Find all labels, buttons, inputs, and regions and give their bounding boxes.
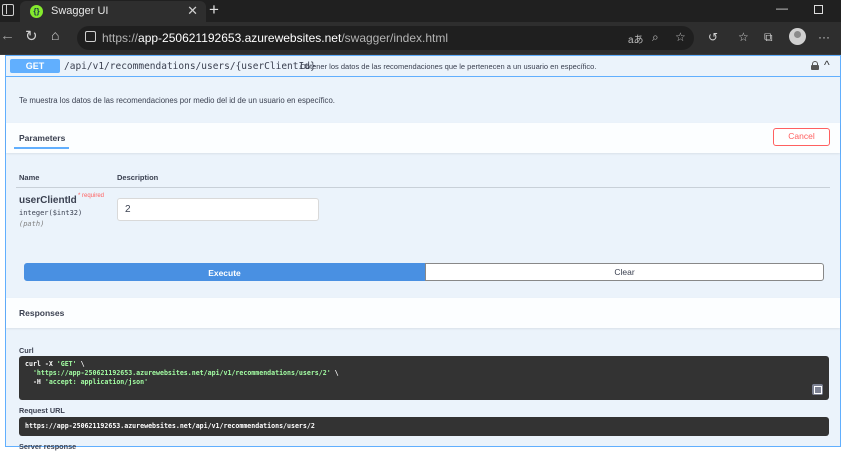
- curl-label: Curl: [19, 346, 34, 355]
- clear-button[interactable]: Clear: [425, 263, 824, 281]
- required-badge: * required: [78, 193, 105, 199]
- tab-title: Swagger UI: [51, 5, 109, 17]
- operation-block: GET /api/v1/recommendations/users/{userC…: [5, 55, 841, 451]
- parameter-location: (path): [19, 220, 45, 228]
- cancel-button[interactable]: Cancel: [773, 128, 830, 146]
- favorites-icon[interactable]: ☆: [738, 30, 749, 44]
- zoom-icon[interactable]: ⌕: [652, 30, 659, 45]
- more-options-icon[interactable]: ···: [818, 30, 830, 44]
- parameters-header: Parameters Cancel: [6, 123, 840, 153]
- extensions-icon[interactable]: ↺: [708, 30, 718, 44]
- request-url-block[interactable]: https://app-250621192653.azurewebsites.n…: [19, 417, 829, 436]
- browser-toolbar: ← ↻ ⌂ https://app-250621192653.azurewebs…: [0, 22, 841, 55]
- operation-path: /api/v1/recommendations/users/{userClien…: [64, 61, 316, 72]
- site-info-icon[interactable]: [85, 31, 96, 42]
- read-aloud-icon[interactable]: aあ: [628, 31, 644, 46]
- swagger-favicon-icon: {}: [30, 5, 43, 18]
- execute-wrapper: Execute Clear: [24, 263, 824, 281]
- favorite-star-icon[interactable]: ☆: [675, 30, 686, 44]
- tab-close-icon[interactable]: ✕: [187, 3, 198, 19]
- table-header-divider: [16, 187, 830, 188]
- request-url-label: Request URL: [19, 406, 65, 415]
- address-bar[interactable]: https://app-250621192653.azurewebsites.n…: [77, 26, 694, 50]
- user-client-id-input[interactable]: [117, 198, 319, 221]
- operation-summary-text: Obtener los datos de las recomendaciones…: [300, 62, 597, 71]
- column-header-name: Name: [19, 173, 40, 182]
- home-icon[interactable]: ⌂: [51, 27, 59, 43]
- parameters-tab-underline: [14, 147, 69, 149]
- minimize-icon[interactable]: —: [776, 1, 788, 15]
- browser-title-bar: {} Swagger UI ✕ + —: [0, 0, 841, 22]
- copy-to-clipboard-icon[interactable]: [812, 384, 823, 395]
- maximize-icon[interactable]: [814, 5, 823, 14]
- responses-header: Responses: [6, 298, 840, 328]
- parameter-type: integer($int32): [19, 209, 83, 217]
- curl-code-block[interactable]: curl -X 'GET' \ 'https://app-25062119265…: [19, 356, 829, 400]
- browser-tab[interactable]: {} Swagger UI ✕: [20, 1, 206, 22]
- address-url[interactable]: https://app-250621192653.azurewebsites.n…: [102, 31, 448, 45]
- chevron-up-icon[interactable]: ^: [824, 58, 830, 72]
- new-tab-icon[interactable]: +: [207, 0, 221, 20]
- lock-icon[interactable]: [811, 61, 819, 70]
- back-icon[interactable]: ←: [0, 27, 15, 44]
- parameter-name: userClientId: [19, 195, 77, 206]
- column-header-description: Description: [117, 173, 159, 182]
- execute-button[interactable]: Execute: [24, 263, 425, 281]
- profile-avatar-icon[interactable]: [789, 28, 806, 45]
- page-content: GET /api/v1/recommendations/users/{userC…: [0, 55, 841, 451]
- parameters-title[interactable]: Parameters: [19, 133, 65, 143]
- operation-summary[interactable]: GET /api/v1/recommendations/users/{userC…: [6, 56, 840, 77]
- responses-title: Responses: [19, 308, 65, 318]
- collections-icon[interactable]: ⧉: [764, 30, 773, 45]
- refresh-icon[interactable]: ↻: [25, 27, 38, 45]
- method-badge: GET: [10, 59, 60, 73]
- operation-description: Te muestra los datos de las recomendacio…: [19, 96, 335, 105]
- tab-actions-icon[interactable]: [2, 4, 14, 16]
